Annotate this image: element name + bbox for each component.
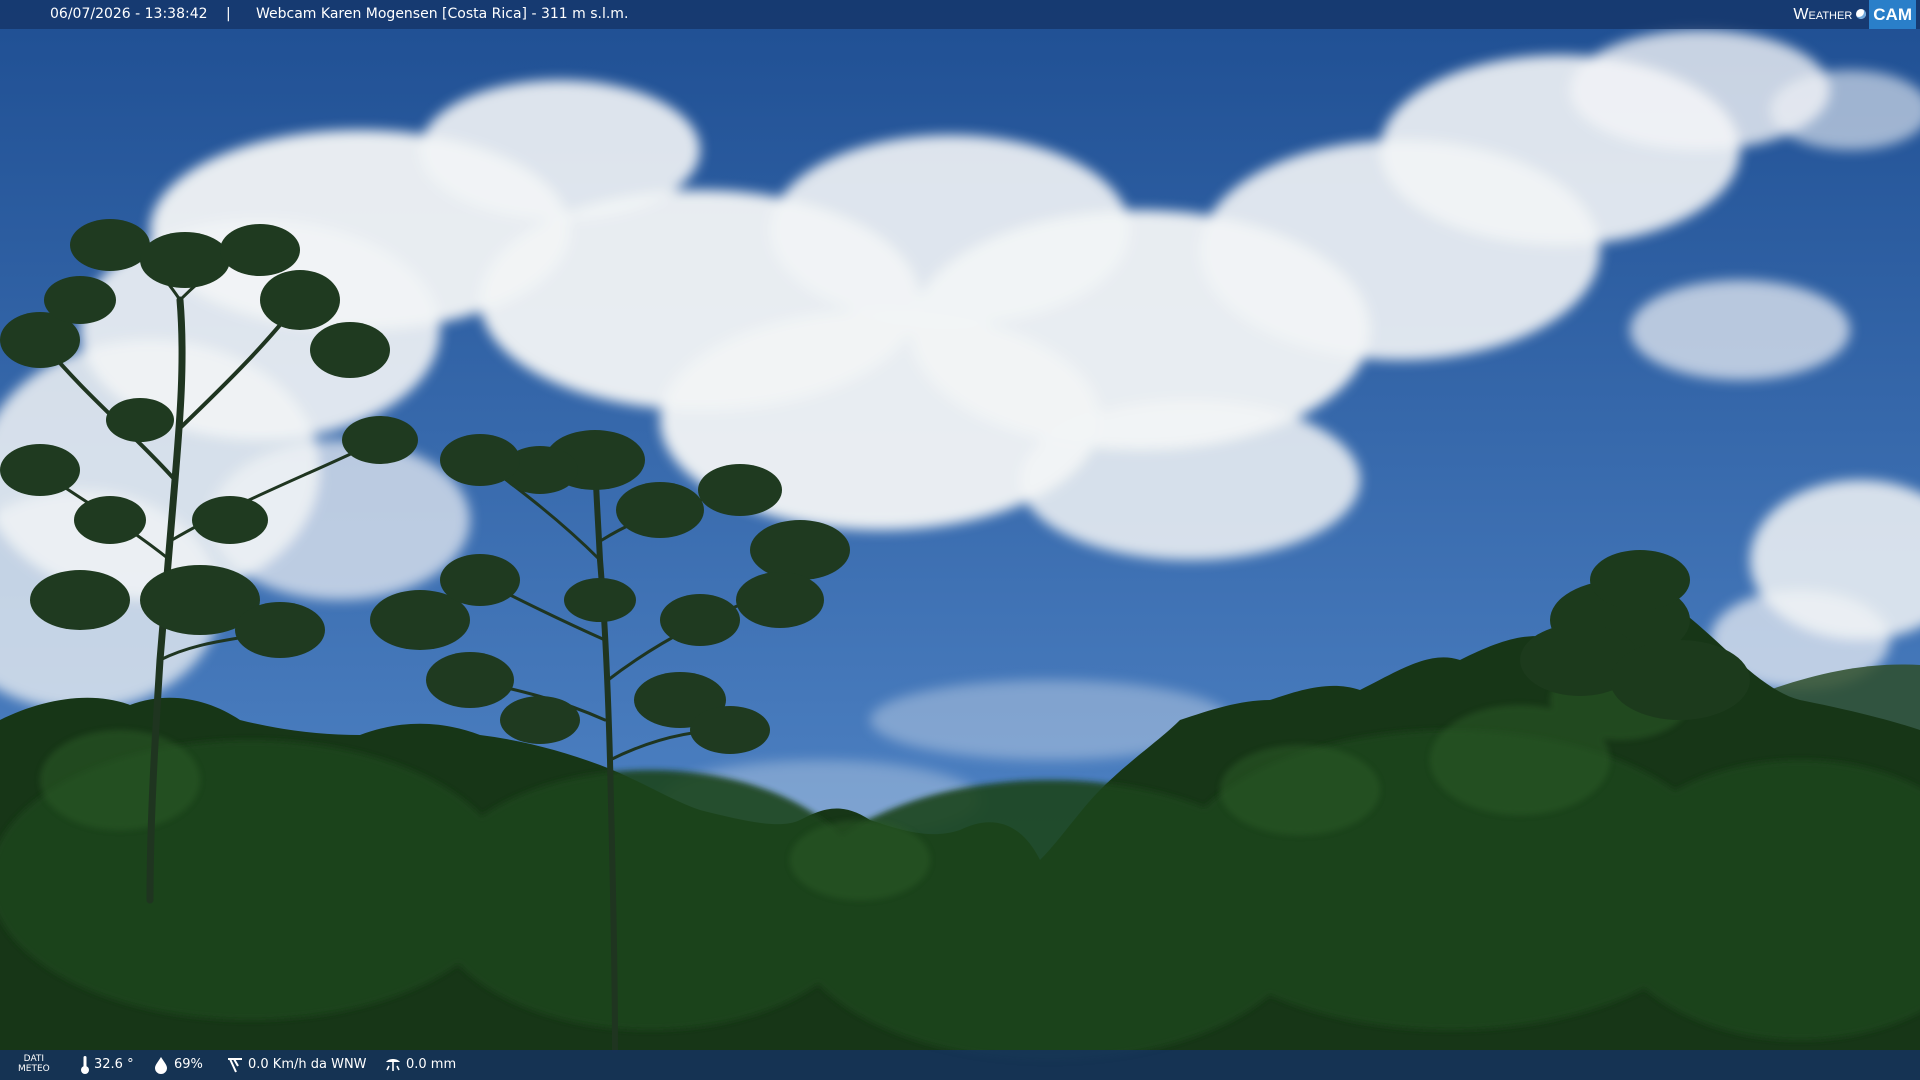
rain-gauge-icon <box>386 1059 400 1071</box>
rain-value: 0.0 mm <box>406 1057 457 1072</box>
timestamp: 06/07/2026 - 13:38:42 <box>50 6 208 22</box>
webcam-title: Webcam Karen Mogensen [Costa Rica] - 311… <box>256 6 629 22</box>
weather-data-label: DATI METEO <box>18 1054 50 1074</box>
separator: | <box>226 6 231 22</box>
weathercam-logo: Weather CAM <box>1793 0 1916 29</box>
wind-icon <box>228 1058 242 1073</box>
humidity-drop-icon <box>155 1057 167 1074</box>
temperature-readout: 32.6 ° <box>80 1050 134 1080</box>
wind-value: 0.0 Km/h da WNW <box>248 1057 367 1072</box>
logo-cam-text: CAM <box>1869 0 1916 29</box>
bottom-weather-bar: DATI METEO 32.6 ° 69% 0.0 Km/h da WNW 0.… <box>0 1050 1920 1080</box>
logo-weather-text: Weather <box>1793 5 1853 23</box>
humidity-value: 69% <box>174 1057 203 1072</box>
wind-readout: 0.0 Km/h da WNW <box>226 1050 367 1080</box>
thermometer-icon <box>81 1056 89 1074</box>
humidity-readout: 69% <box>152 1050 203 1080</box>
temperature-value: 32.6 ° <box>94 1057 134 1072</box>
webcam-scene <box>0 0 1920 1080</box>
rain-readout: 0.0 mm <box>384 1050 456 1080</box>
webcam-frame: 06/07/2026 - 13:38:42 | Webcam Karen Mog… <box>0 0 1920 1080</box>
top-info-bar: 06/07/2026 - 13:38:42 | Webcam Karen Mog… <box>0 0 1920 29</box>
logo-sun-icon <box>1856 9 1867 19</box>
